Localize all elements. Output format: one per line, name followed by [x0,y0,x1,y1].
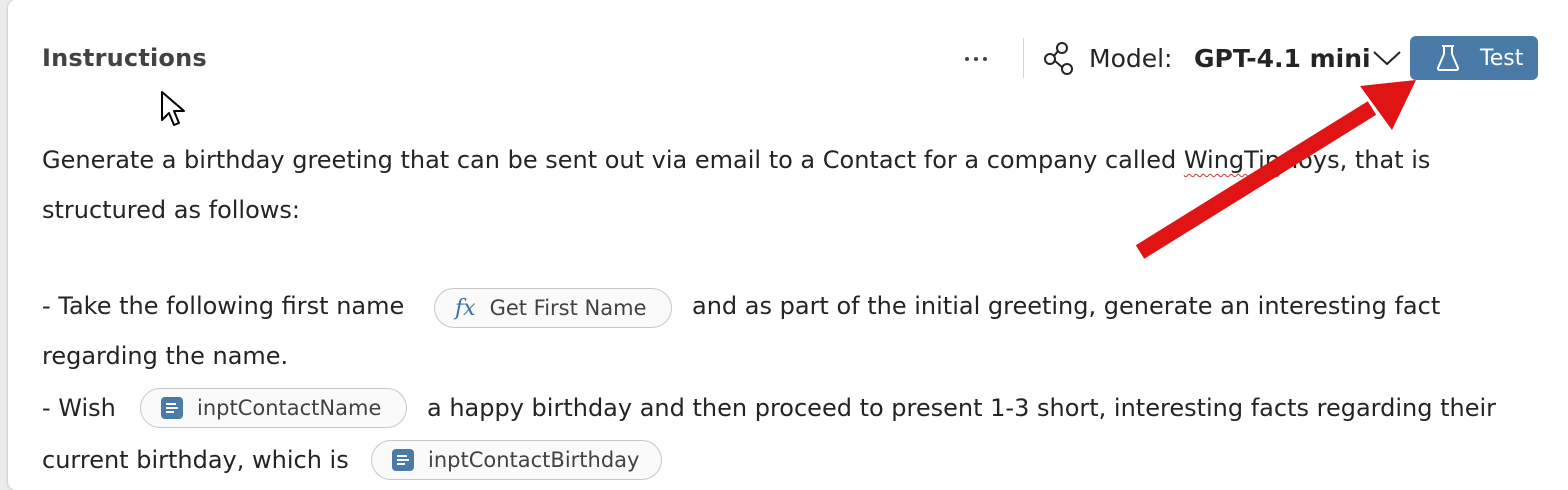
chip-label: inptContactBirthday [428,448,640,472]
instruction-line: - Take the following first name [42,292,405,320]
instruction-line: structured as follows: [42,196,300,224]
fx-icon: fx [455,295,476,321]
variable-icon [161,397,183,419]
chip-label: Get First Name [489,296,647,320]
model-selector[interactable]: GPT-4.1 mini [1194,44,1371,73]
instruction-line: current birthday, which is [42,446,349,474]
model-label: Model: [1089,44,1173,73]
variable-icon [392,449,414,471]
instruction-line: - Wish [42,394,116,422]
section-title: Instructions [42,44,207,72]
model-nodes-icon [1044,42,1073,75]
instruction-line: regarding the name. [42,342,289,370]
instruction-line: Generate a birthday greeting that can be… [42,146,1431,174]
test-button-label: Test [1480,45,1524,71]
chevron-down-icon[interactable] [1372,48,1402,68]
instruction-line: and as part of the initial greeting, gen… [692,292,1441,320]
instruction-line: a happy birthday and then proceed to pre… [427,394,1497,422]
mouse-cursor-icon [161,91,185,126]
flask-icon [1436,45,1460,71]
chip-label: inptContactName [197,396,382,420]
test-button[interactable]: Test [1410,36,1538,80]
misspelled-word: WingTip [1183,146,1280,174]
chip-inpt-contact-birthday[interactable]: inptContactBirthday [371,440,662,480]
chip-get-first-name[interactable]: fx Get First Name [434,288,672,328]
divider [1023,38,1024,78]
more-options-icon[interactable] [956,48,996,70]
chip-inpt-contact-name[interactable]: inptContactName [140,388,407,428]
